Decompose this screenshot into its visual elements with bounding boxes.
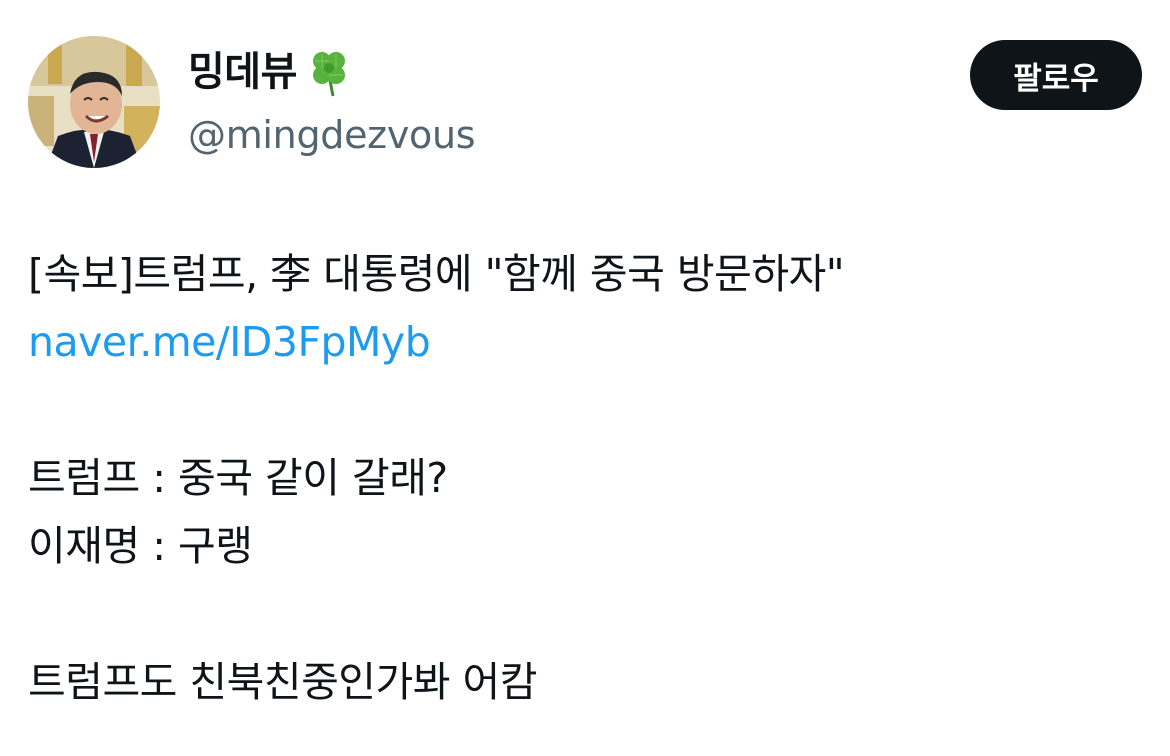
- closing-line: 트럼프도 친북친중인가봐 어캄: [28, 658, 537, 706]
- tweet-body: [속보]트럼프, 李 대통령에 "함께 중국 방문하자" naver.me/ID…: [28, 240, 1138, 716]
- dialogue-line-1: 트럼프 : 중국 같이 갈래?: [28, 454, 448, 502]
- tweet-headline: [속보]트럼프, 李 대통령에 "함께 중국 방문하자": [28, 250, 845, 298]
- tweet-card: 밍데뷰 @mingdezvous 팔로우 [속보]트럼프, 李 대통령에 "함께…: [0, 0, 1170, 756]
- display-name[interactable]: 밍데뷰: [188, 44, 297, 100]
- tweet-header: 밍데뷰 @mingdezvous 팔로우: [28, 36, 1142, 176]
- author-info: 밍데뷰 @mingdezvous: [188, 44, 476, 160]
- tweet-link[interactable]: naver.me/ID3FpMyb: [28, 308, 1138, 376]
- avatar[interactable]: [28, 36, 160, 168]
- follow-button[interactable]: 팔로우: [970, 40, 1142, 110]
- dialogue-line-2: 이재명 : 구랭: [28, 522, 253, 570]
- avatar-photo: [28, 36, 160, 168]
- display-name-row: 밍데뷰: [188, 44, 475, 100]
- user-handle[interactable]: @mingdezvous: [188, 110, 476, 160]
- four-leaf-clover-icon: [303, 46, 355, 98]
